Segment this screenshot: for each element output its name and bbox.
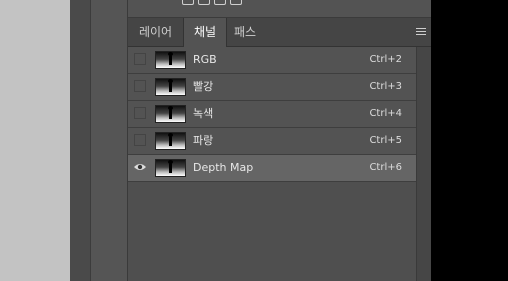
channel-shortcut: Ctrl+5 [369,135,402,146]
toolbar-icon[interactable] [198,0,210,5]
visibility-toggle[interactable] [134,107,146,119]
panel-dock-strip [90,0,128,281]
channel-list: RGB Ctrl+2 빨강 Ctrl+3 녹색 Ctrl+4 파랑 Ctrl+5 Depth M… [128,47,416,182]
canvas-edge-strip [70,0,90,281]
channel-row[interactable]: 빨강 Ctrl+3 [128,74,416,101]
channel-shortcut: Ctrl+4 [369,108,402,119]
offscreen-area [431,0,508,281]
toolbar-icon[interactable] [182,0,194,5]
channel-thumbnail [155,51,186,69]
channel-row[interactable]: RGB Ctrl+2 [128,47,416,74]
tab-paths[interactable]: 패스 [225,18,265,46]
toolbar-icon[interactable] [214,0,226,5]
channel-name: RGB [193,53,217,66]
visibility-toggle[interactable] [134,53,146,65]
channel-thumbnail [155,159,186,177]
channel-thumbnail [155,105,186,123]
visibility-toggle[interactable] [134,80,146,92]
channel-shortcut: Ctrl+3 [369,81,402,92]
channel-name: 파랑 [193,134,214,147]
channel-thumbnail [155,132,186,150]
visibility-toggle[interactable] [134,134,146,146]
eye-icon[interactable] [133,162,147,172]
channel-name: 녹색 [193,107,214,120]
tab-channels[interactable]: 채널 [183,18,227,47]
channel-name: 빨강 [193,80,214,93]
channel-row[interactable]: 녹색 Ctrl+4 [128,101,416,128]
channel-row[interactable]: Depth Map Ctrl+6 [128,155,416,182]
channel-name: Depth Map [193,161,254,174]
tab-layers[interactable]: 레이어 [128,18,183,46]
toolbar-icon[interactable] [230,0,242,5]
channel-thumbnail [155,78,186,96]
panel-top-toolbar [128,0,432,18]
channel-row[interactable]: 파랑 Ctrl+5 [128,128,416,155]
hamburger-menu-icon[interactable] [416,28,426,35]
channels-panel: 레이어 채널 패스 RGB Ctrl+2 빨강 Ctrl+3 녹색 Ctrl+4 파랑 Ctr… [127,0,433,281]
channel-shortcut: Ctrl+2 [369,54,402,65]
panel-tab-bar: 레이어 채널 패스 [128,18,432,47]
channel-shortcut: Ctrl+6 [369,162,402,173]
document-canvas-area [0,0,70,281]
